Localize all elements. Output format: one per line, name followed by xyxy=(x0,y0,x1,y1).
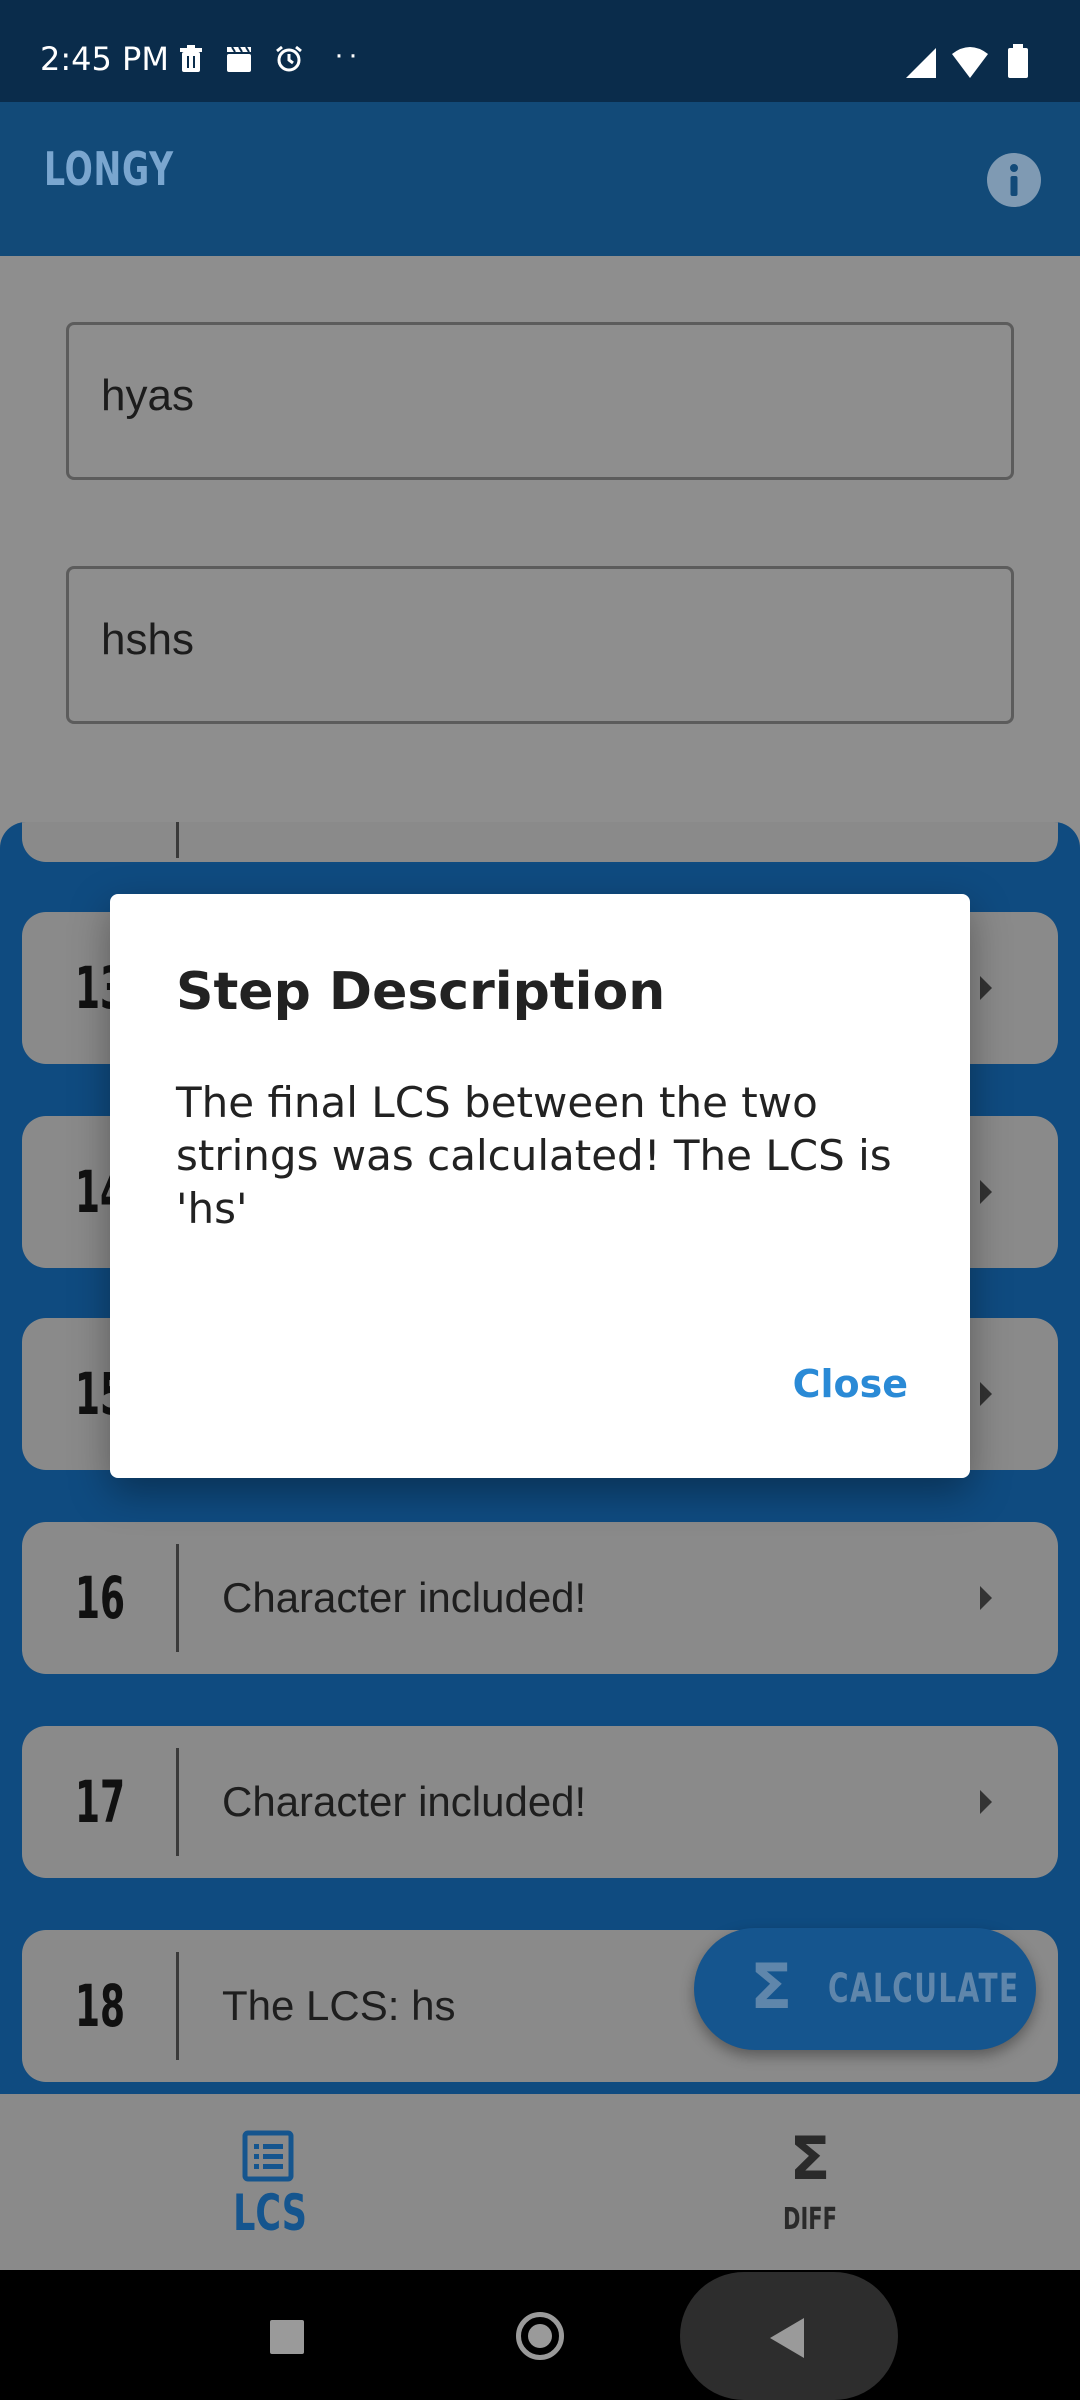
step-text: Character included! xyxy=(222,1778,587,1825)
back-icon xyxy=(770,2318,804,2358)
back-button[interactable] xyxy=(680,2272,898,2400)
bottom-navigation: LCS Σ DIFF xyxy=(0,2094,1080,2270)
nav-tab-diff-label: DIFF xyxy=(783,2202,837,2237)
recents-button[interactable] xyxy=(270,2320,304,2354)
media-icon xyxy=(227,46,251,72)
step-card-17[interactable]: 17 Character included! xyxy=(22,1726,1058,1878)
app-title: LONGY xyxy=(44,142,174,196)
step-divider xyxy=(176,1748,179,1856)
step-card-partial[interactable] xyxy=(22,822,1058,862)
calculate-label: CALCULATE xyxy=(828,1966,1020,2012)
battery-icon xyxy=(1008,44,1028,78)
nav-tab-lcs-label: LCS xyxy=(233,2184,307,2242)
step-divider xyxy=(176,822,179,858)
dialog-body: The final LCS between the two strings wa… xyxy=(176,1078,892,1233)
trash-icon xyxy=(180,45,202,72)
alarm-icon xyxy=(276,45,302,72)
close-button[interactable]: Close xyxy=(793,1362,908,1406)
status-bar: 2:45 PM ·· xyxy=(0,0,1080,102)
nav-tab-lcs[interactable]: LCS xyxy=(0,2094,540,2270)
more-notifications-indicator: ·· xyxy=(334,38,362,71)
step-divider xyxy=(176,1544,179,1652)
status-time: 2:45 PM xyxy=(40,40,169,78)
calculate-button[interactable]: Σ CALCULATE xyxy=(694,1928,1036,2050)
caret-right-icon xyxy=(980,976,992,1000)
app-bar: LONGY xyxy=(0,102,1080,256)
home-button[interactable] xyxy=(516,2312,564,2360)
caret-right-icon xyxy=(980,1586,992,1610)
list-icon xyxy=(242,2130,294,2182)
signal-icon xyxy=(906,48,936,78)
system-navigation-bar xyxy=(0,2270,1080,2400)
second-string-input[interactable]: hshs xyxy=(66,566,1014,724)
step-text: Character included! xyxy=(222,1574,587,1621)
caret-right-icon xyxy=(980,1790,992,1814)
sigma-icon: Σ xyxy=(750,1950,793,2023)
step-description-dialog: Step Description The final LCS between t… xyxy=(110,894,970,1478)
step-number: 16 xyxy=(74,1564,126,1632)
step-divider xyxy=(176,1952,179,2060)
step-card-16[interactable]: 16 Character included! xyxy=(22,1522,1058,1674)
first-string-input[interactable]: hyas xyxy=(66,322,1014,480)
caret-right-icon xyxy=(980,1180,992,1204)
first-string-value: hyas xyxy=(101,371,194,420)
caret-right-icon xyxy=(980,1382,992,1406)
step-number: 18 xyxy=(74,1972,126,2040)
sigma-icon: Σ xyxy=(789,2124,831,2194)
second-string-value: hshs xyxy=(101,615,194,664)
nav-tab-diff[interactable]: Σ DIFF xyxy=(540,2094,1080,2270)
step-number: 17 xyxy=(74,1768,126,1836)
wifi-icon xyxy=(952,47,988,78)
dialog-title: Step Description xyxy=(176,962,666,1022)
info-icon[interactable] xyxy=(986,152,1042,208)
step-text: The LCS: hs xyxy=(222,1982,456,2029)
